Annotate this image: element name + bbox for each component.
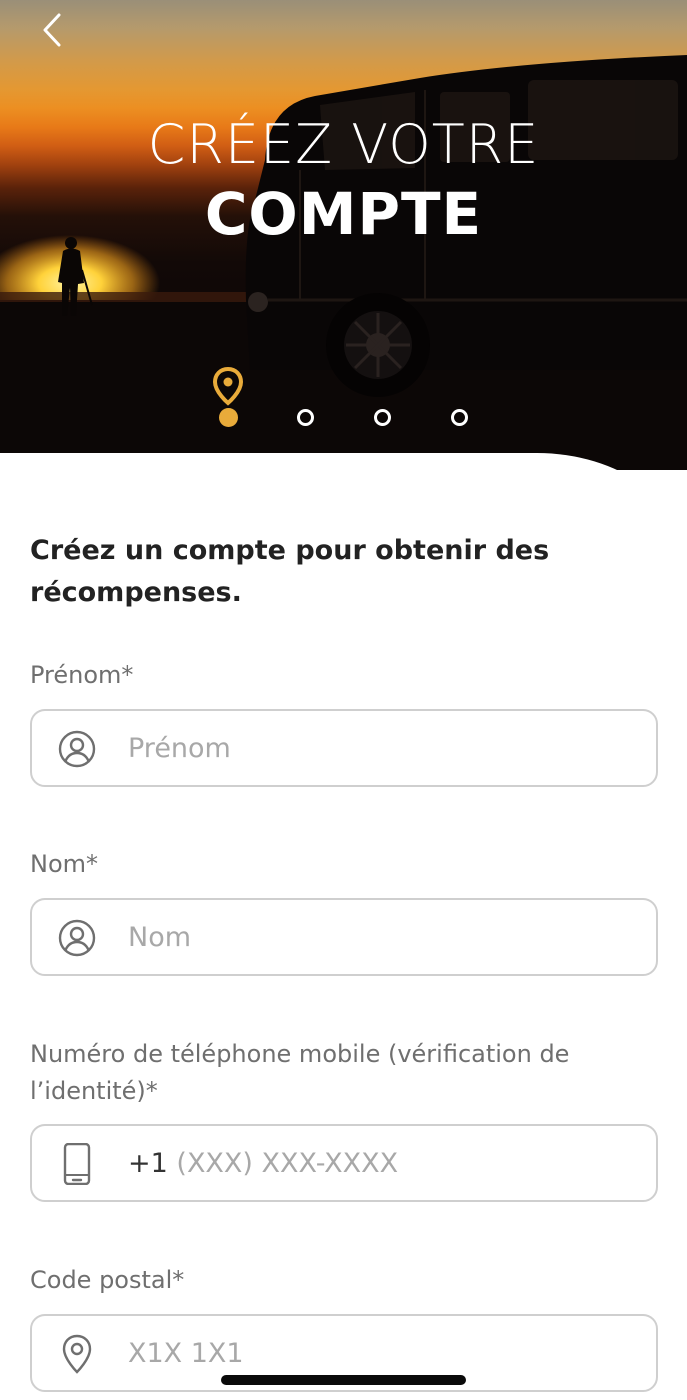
back-button[interactable] (30, 8, 74, 52)
page-title-line1: CRÉEZ VOTRE (147, 113, 540, 176)
phone-input-value: +1 (XXX) XXX-XXXX (128, 1148, 398, 1180)
last-name-field[interactable]: Nom (30, 898, 658, 976)
last-name-label: Nom* (30, 850, 99, 878)
postal-code-label: Code postal* (30, 1266, 185, 1294)
location-pin-icon (212, 366, 244, 406)
step-indicator-1-active (219, 408, 238, 427)
chevron-left-icon (43, 13, 61, 47)
signup-screen: CRÉEZ VOTRE COMPTE Créez un compte pour … (0, 0, 687, 1400)
phone-placeholder: (XXX) XXX-XXXX (176, 1148, 399, 1179)
step-indicator-2 (297, 409, 314, 426)
page-title: CRÉEZ VOTRE COMPTE (0, 112, 687, 250)
last-name-placeholder: Nom (128, 922, 192, 953)
step-indicator-4 (451, 409, 468, 426)
phone-icon (63, 1143, 91, 1185)
location-pin-icon (62, 1334, 92, 1374)
phone-label: Numéro de téléphone mobile (vérification… (30, 1040, 570, 1105)
phone-field[interactable]: +1 (XXX) XXX-XXXX (30, 1124, 658, 1202)
postal-code-placeholder: X1X 1X1 (128, 1338, 244, 1369)
form-intro-text: Créez un compte pour obtenir des récompe… (30, 535, 550, 608)
step-indicator-3 (374, 409, 391, 426)
first-name-label: Prénom* (30, 661, 134, 689)
hero-banner: CRÉEZ VOTRE COMPTE (0, 0, 687, 470)
home-indicator[interactable] (221, 1375, 466, 1385)
phone-country-prefix: +1 (128, 1148, 168, 1179)
first-name-placeholder: Prénom (128, 733, 231, 764)
page-title-line2: COMPTE (204, 180, 483, 248)
user-circle-icon (58, 919, 96, 957)
first-name-field[interactable]: Prénom (30, 709, 658, 787)
user-circle-icon (58, 730, 96, 768)
